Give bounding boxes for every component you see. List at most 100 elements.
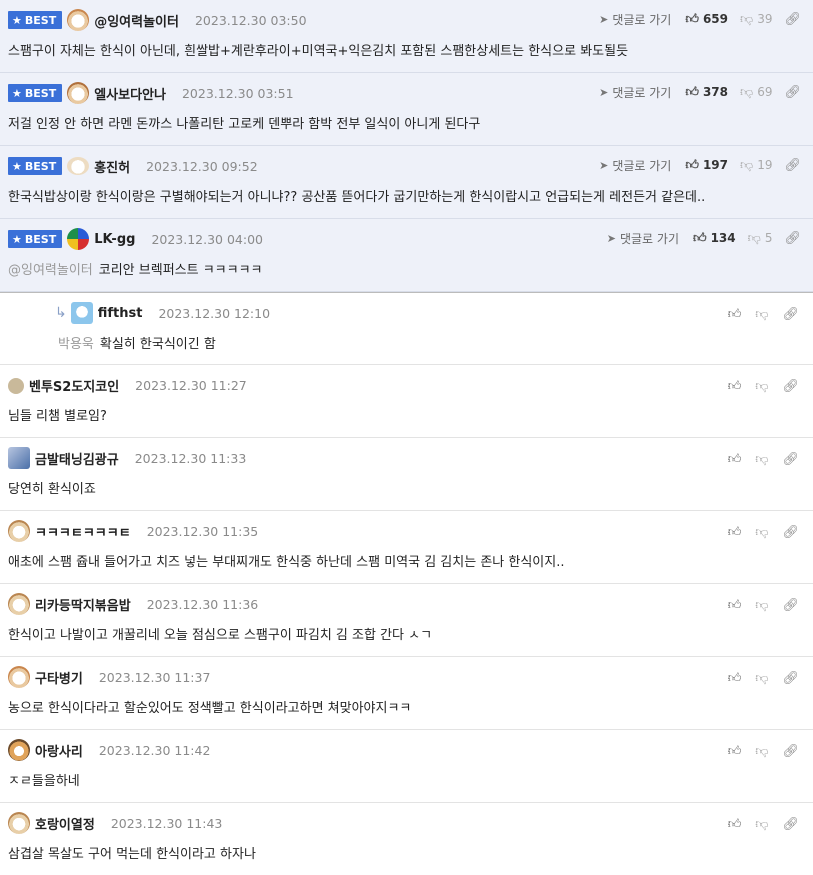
goto-comment-link[interactable]: ➤ 댓글로 가기 — [599, 157, 671, 174]
thumbs-up-icon[interactable]: 👍︎ — [728, 452, 742, 467]
mention[interactable]: 박용욱 — [58, 337, 94, 352]
link-icon[interactable]: 🔗︎ — [782, 379, 799, 394]
reply-comment: ↳ fifthst 2023.12.30 12:10 👍︎ 👎︎ 🔗︎ 박용욱 확… — [0, 292, 813, 365]
avatar[interactable] — [8, 447, 30, 469]
send-icon: ➤ — [606, 231, 616, 245]
link-icon[interactable]: 🔗︎ — [782, 525, 799, 540]
comment: 아랑사리 2023.12.30 11:42 👍︎ 👎︎ 🔗︎ ㅈㄹ들을하네 — [0, 730, 813, 803]
upvote-button[interactable]: 👍︎ 378 — [685, 85, 728, 100]
thumbs-down-icon[interactable]: 👎︎ — [755, 744, 768, 759]
avatar[interactable] — [8, 666, 30, 688]
comment-author[interactable]: @잉여력놀이터 — [94, 11, 179, 30]
link-icon[interactable]: 🔗︎ — [782, 817, 799, 832]
avatar[interactable] — [67, 82, 90, 104]
comment-actions: 👍︎ 👎︎ 🔗︎ — [728, 815, 799, 833]
thumbs-up-icon: 👍︎ — [685, 11, 699, 27]
comment-text: ㅈㄹ들을하네 — [8, 774, 80, 789]
thumbs-down-icon[interactable]: 👎︎ — [755, 598, 768, 613]
downvote-button[interactable]: 👎︎ 5 — [748, 231, 773, 246]
mention[interactable]: @잉여력놀이터 — [8, 263, 93, 278]
link-icon[interactable]: 🔗︎ — [782, 598, 799, 613]
avatar[interactable] — [8, 520, 30, 542]
comment-author[interactable]: 아랑사리 — [35, 741, 83, 760]
thumbs-down-icon: 👎︎ — [740, 157, 754, 173]
comment-header: 금발태닝김광규 2023.12.30 11:33 — [8, 447, 246, 469]
comment-text: 한국식밥상이랑 한식이랑은 구별해야되는거 아니냐?? 공산품 뜯어다가 굽기만… — [8, 190, 706, 205]
comment-author[interactable]: 홍진허 — [94, 157, 130, 176]
comment-date: 2023.12.30 03:51 — [181, 85, 294, 101]
avatar[interactable] — [67, 228, 90, 250]
comment-author[interactable]: LK-gg — [94, 232, 135, 247]
comment-header: ★ BEST LK-gg 2023.12.30 04:00 — [8, 228, 263, 250]
link-icon[interactable]: 🔗︎ — [784, 231, 801, 246]
best-comment: ★ BEST LK-gg 2023.12.30 04:00 ➤ 댓글로 가기 👍︎ 1… — [0, 219, 813, 292]
comment-author[interactable]: 엘사보다안나 — [94, 84, 166, 103]
downvote-button[interactable]: 👎︎ 39 — [740, 12, 772, 27]
upvote-button[interactable]: 👍︎ 197 — [685, 158, 728, 173]
comment-actions: 👍︎ 👎︎ 🔗︎ — [728, 377, 799, 395]
goto-comment-link[interactable]: ➤ 댓글로 가기 — [599, 11, 671, 28]
thumbs-up-icon: 👍︎ — [685, 84, 699, 100]
comment-author[interactable]: fifthst — [98, 306, 143, 321]
comment-actions: 👍︎ 👎︎ 🔗︎ — [728, 450, 799, 468]
comment-text: 삼겹살 목살도 구어 먹는데 한식이라고 하자나 — [8, 847, 256, 862]
comment-author[interactable]: 구타병기 — [35, 668, 83, 687]
reply-arrow-icon: ↳ — [55, 305, 67, 321]
comment-actions: ➤ 댓글로 가기 👍︎ 659 👎︎ 39 🔗︎ — [599, 10, 801, 28]
goto-comment-link[interactable]: ➤ 댓글로 가기 — [607, 230, 679, 247]
link-icon[interactable]: 🔗︎ — [782, 744, 799, 759]
goto-comment-link[interactable]: ➤ 댓글로 가기 — [599, 84, 671, 101]
avatar[interactable] — [70, 302, 93, 324]
thumbs-down-icon: 👎︎ — [747, 230, 761, 246]
comment-author[interactable]: 금발태닝김광규 — [35, 449, 119, 468]
thumbs-down-icon: 👎︎ — [740, 84, 754, 100]
link-icon[interactable]: 🔗︎ — [782, 452, 799, 467]
comment-author[interactable]: 리카등딱지볶음밥 — [35, 595, 131, 614]
thumbs-up-icon[interactable]: 👍︎ — [728, 744, 742, 759]
upvote-button[interactable]: 👍︎ 134 — [693, 231, 736, 246]
thumbs-up-icon[interactable]: 👍︎ — [728, 598, 742, 613]
thumbs-down-icon[interactable]: 👎︎ — [755, 379, 768, 394]
avatar[interactable] — [8, 812, 30, 834]
link-icon[interactable]: 🔗︎ — [784, 12, 801, 27]
link-icon[interactable]: 🔗︎ — [782, 671, 799, 686]
downvote-button[interactable]: 👎︎ 19 — [740, 158, 772, 173]
thumbs-down-icon[interactable]: 👎︎ — [755, 307, 768, 322]
comment-text: @잉여력놀이터 코리안 브렉퍼스트 ㅋㅋㅋㅋㅋ — [8, 263, 263, 278]
send-icon: ➤ — [599, 158, 609, 172]
thumbs-down-icon[interactable]: 👎︎ — [755, 671, 768, 686]
comment-header: 구타병기 2023.12.30 11:37 — [8, 666, 210, 688]
comment: 금발태닝김광규 2023.12.30 11:33 👍︎ 👎︎ 🔗︎ 당연히 환식… — [0, 438, 813, 511]
thumbs-up-icon[interactable]: 👍︎ — [728, 525, 742, 540]
comment-actions: ➤ 댓글로 가기 👍︎ 378 👎︎ 69 🔗︎ — [599, 83, 801, 101]
thumbs-up-icon[interactable]: 👍︎ — [728, 671, 742, 686]
thumbs-up-icon[interactable]: 👍︎ — [728, 817, 742, 832]
upvote-button[interactable]: 👍︎ 659 — [685, 12, 728, 27]
link-icon[interactable]: 🔗︎ — [784, 158, 801, 173]
thumbs-down-icon[interactable]: 👎︎ — [755, 525, 768, 540]
thumbs-up-icon[interactable]: 👍︎ — [728, 379, 742, 394]
comment-text: 님들 리챔 별로임? — [8, 409, 107, 424]
avatar[interactable] — [67, 157, 90, 175]
best-comment: ★ BEST @잉여력놀이터 2023.12.30 03:50 ➤ 댓글로 가기 👍… — [0, 0, 813, 73]
comment-date: 2023.12.30 03:50 — [194, 12, 307, 28]
thumbs-up-icon: 👍︎ — [692, 230, 707, 246]
comment-author[interactable]: 호랑이열정 — [35, 814, 95, 833]
comment-header: ★ BEST @잉여력놀이터 2023.12.30 03:50 — [8, 9, 307, 31]
thumbs-up-icon[interactable]: 👍︎ — [728, 307, 742, 322]
comment-text: 당연히 환식이죠 — [8, 482, 96, 497]
thumbs-up-icon: 👍︎ — [685, 157, 699, 173]
link-icon[interactable]: 🔗︎ — [782, 307, 799, 322]
comment-author[interactable]: 벤투S2도지코인 — [29, 376, 119, 395]
avatar[interactable] — [8, 593, 30, 615]
avatar[interactable] — [8, 378, 24, 394]
downvote-button[interactable]: 👎︎ 69 — [740, 85, 772, 100]
thumbs-down-icon[interactable]: 👎︎ — [755, 452, 768, 467]
link-icon[interactable]: 🔗︎ — [784, 85, 801, 100]
send-icon: ➤ — [599, 12, 609, 26]
comment-author[interactable]: ㅋㅋㅋㅌㅋㅋㅋㅌ — [35, 522, 131, 541]
comment-actions: ➤ 댓글로 가기 👍︎ 134 👎︎ 5 🔗︎ — [607, 229, 801, 247]
thumbs-down-icon[interactable]: 👎︎ — [755, 817, 768, 832]
avatar[interactable] — [67, 9, 90, 31]
avatar[interactable] — [8, 739, 30, 761]
